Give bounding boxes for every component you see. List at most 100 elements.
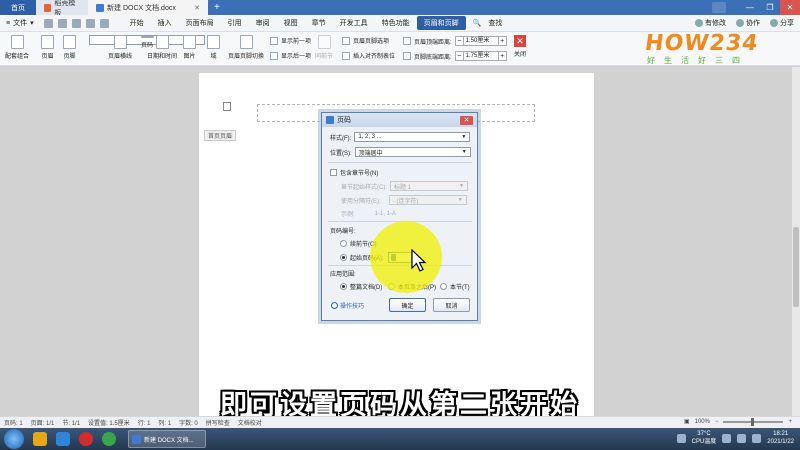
print-icon[interactable] — [57, 18, 67, 28]
dialog-titlebar[interactable]: 页码 ✕ — [322, 113, 477, 127]
status-proofread[interactable]: 文档校对 — [234, 418, 266, 427]
dialog-close-icon[interactable]: ✕ — [460, 115, 473, 125]
apply-whole-radio[interactable] — [340, 283, 347, 290]
menu-review[interactable]: 审阅 — [249, 16, 277, 30]
ie-icon[interactable] — [56, 432, 70, 446]
menu-page-layout[interactable]: 页面布局 — [179, 16, 221, 30]
show-next-label: 显示后一项 — [281, 54, 312, 60]
combo-button[interactable]: 配套组合 — [5, 35, 29, 60]
cancel-button[interactable]: 取消 — [433, 298, 470, 312]
increase-button[interactable]: + — [497, 51, 507, 61]
header-line-button[interactable]: 页眉横线 — [108, 35, 132, 60]
browser-icon[interactable] — [102, 432, 116, 446]
header-top-stepper[interactable]: − 1.50厘米 + — [454, 36, 507, 46]
add-tab-button[interactable]: + — [208, 0, 226, 15]
switch-header-footer-button[interactable]: 页眉页脚切换 — [228, 35, 264, 60]
picture-button[interactable]: 图片 — [183, 35, 196, 60]
menu-view[interactable]: 视图 — [277, 16, 305, 30]
include-chapter-row[interactable]: 包含章节号(N) — [330, 168, 378, 177]
menu-insert[interactable]: 插入 — [151, 16, 179, 30]
network-icon[interactable] — [722, 433, 732, 443]
file-menu[interactable]: ≡ 文件 ▾ — [0, 18, 40, 28]
undo-icon[interactable] — [85, 18, 95, 28]
menu-start[interactable]: 开始 — [123, 16, 151, 30]
menu-references[interactable]: 引用 — [221, 16, 249, 30]
continue-prev-radio[interactable] — [340, 240, 347, 247]
search-menu[interactable]: 🔍 查找 — [466, 16, 517, 30]
apply-whole-option[interactable]: 整篇文档(D) — [340, 282, 382, 291]
minimize-icon[interactable]: — — [740, 0, 760, 15]
include-chapter-checkbox[interactable] — [330, 169, 337, 176]
start-button-icon[interactable] — [4, 429, 24, 449]
close-window-icon[interactable]: ✕ — [780, 0, 800, 15]
zoom-out-icon[interactable]: − — [715, 419, 719, 425]
maximize-icon[interactable]: ❐ — [760, 0, 780, 15]
separator-select[interactable]: - (连字符) ▼ — [388, 195, 467, 205]
style-select[interactable]: 1, 2, 3 ... ▼ — [354, 132, 471, 142]
separator-value: - (连字符) — [392, 198, 419, 205]
footer-bottom-value[interactable]: 1.75厘米 — [463, 51, 498, 61]
tips-link[interactable]: 操作技巧 — [331, 301, 364, 310]
menu-developer[interactable]: 开发工具 — [333, 16, 375, 30]
menu-features[interactable]: 特色功能 — [375, 16, 417, 30]
clock[interactable]: 18:21 2021/1/22 — [767, 430, 794, 446]
menu-chapter[interactable]: 章节 — [305, 16, 333, 30]
same-as-prev-button[interactable]: 同前节 — [315, 35, 333, 60]
vertical-scrollbar[interactable] — [792, 67, 800, 416]
share-button[interactable]: 分享 — [770, 18, 794, 28]
status-word-count[interactable]: 字数: 0 — [175, 418, 202, 427]
show-prev-button[interactable]: 显示前一项 — [270, 36, 311, 45]
view-mode-icon[interactable]: ▣ — [684, 418, 690, 425]
increase-button[interactable]: + — [497, 36, 507, 46]
decrease-button[interactable]: − — [454, 36, 464, 46]
tab-home[interactable]: 首页 — [0, 0, 36, 15]
scroll-thumb[interactable] — [793, 227, 799, 307]
zoom-slider[interactable] — [723, 417, 784, 426]
field-button[interactable]: 域 — [207, 35, 220, 60]
chapter-start-select[interactable]: 标题 1 ▼ — [390, 181, 468, 191]
media-icon[interactable] — [79, 432, 93, 446]
position-select[interactable]: 顶端居中 ▼ — [354, 147, 471, 157]
footer-label: 页脚 — [63, 54, 76, 60]
input-method-icon[interactable] — [752, 433, 762, 443]
save-icon[interactable] — [43, 18, 53, 28]
example-value: 1-1, 1-A — [374, 210, 397, 217]
redo-icon[interactable] — [99, 18, 109, 28]
position-value: 顶端居中 — [358, 150, 383, 157]
zoom-value[interactable]: 100% — [695, 419, 710, 425]
decrease-button[interactable]: − — [454, 51, 464, 61]
header-top-value[interactable]: 1.50厘米 — [463, 36, 498, 46]
volume-icon[interactable] — [737, 433, 747, 443]
zoom-in-icon[interactable]: + — [788, 419, 792, 425]
tab-document[interactable]: 新建 DOCX 文档.docx ✕ — [88, 0, 208, 15]
header-button[interactable]: 页眉 — [41, 35, 54, 60]
status-setting: 设置值: 1.5厘米 — [88, 421, 130, 427]
footer-bottom-stepper[interactable]: − 1.75厘米 + — [454, 51, 507, 61]
header-footer-options-button[interactable]: 页眉页脚选项 — [342, 36, 389, 45]
menu-tabs: 开始 插入 页面布局 引用 审阅 视图 章节 开发工具 特色功能 页眉和页脚 🔍… — [123, 16, 517, 30]
menu-header-footer[interactable]: 页眉和页脚 — [416, 16, 466, 30]
insert-align-tab-button[interactable]: 插入对齐制表位 — [342, 51, 395, 60]
page-icon — [223, 102, 231, 111]
apply-section-option[interactable]: 本节(T) — [440, 282, 470, 291]
temp-label: CPU温度 — [691, 439, 717, 445]
skin-icon[interactable] — [712, 2, 726, 13]
collaborate-button[interactable]: 协作 — [736, 18, 760, 28]
example-row: 示例: 1-1, 1-A — [341, 209, 397, 219]
footer-button[interactable]: 页脚 — [63, 35, 76, 60]
status-spell-check[interactable]: 拼写检查 — [202, 418, 234, 427]
start-at-radio[interactable] — [340, 254, 347, 261]
apply-section-radio[interactable] — [440, 283, 447, 290]
explorer-icon[interactable] — [33, 432, 47, 446]
taskbar-wps-document[interactable]: 新建 DOCX 文档... — [128, 430, 206, 448]
show-next-button[interactable]: 显示后一项 — [270, 51, 311, 60]
date-time-button[interactable]: 日期和时间 — [147, 35, 177, 60]
close-tab-icon[interactable]: ✕ — [194, 4, 200, 12]
status-row: 行: 1 — [137, 421, 151, 427]
ok-button[interactable]: 确定 — [389, 298, 426, 312]
tray-icon[interactable] — [676, 433, 686, 443]
tab-template[interactable]: 稻壳模板 — [36, 0, 88, 17]
close-header-footer-button[interactable]: ✕ 关闭 — [514, 35, 526, 58]
modified-indicator[interactable]: 有修改 — [695, 18, 726, 28]
preview-icon[interactable] — [71, 18, 81, 28]
